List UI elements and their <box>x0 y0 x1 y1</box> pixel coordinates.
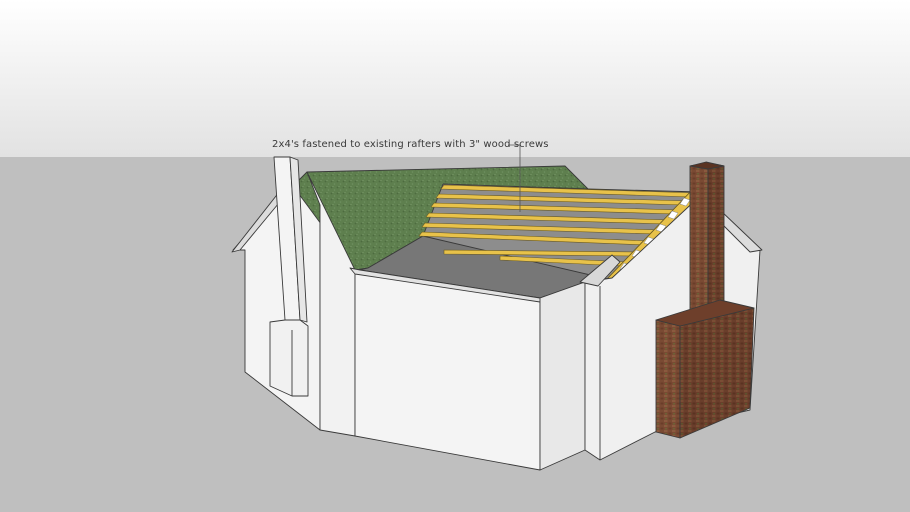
front-left-wall <box>354 269 541 471</box>
brick-chimney-base-front <box>655 319 681 439</box>
front-right-wall <box>539 281 586 471</box>
3d-model-viewport[interactable] <box>0 0 910 512</box>
sky <box>0 0 910 157</box>
left-chimney-base <box>269 319 309 397</box>
annotation-label: 2x4's fastened to existing rafters with … <box>272 139 549 150</box>
brick-chimney-side <box>707 162 725 316</box>
brick-chimney-stack <box>689 162 709 319</box>
